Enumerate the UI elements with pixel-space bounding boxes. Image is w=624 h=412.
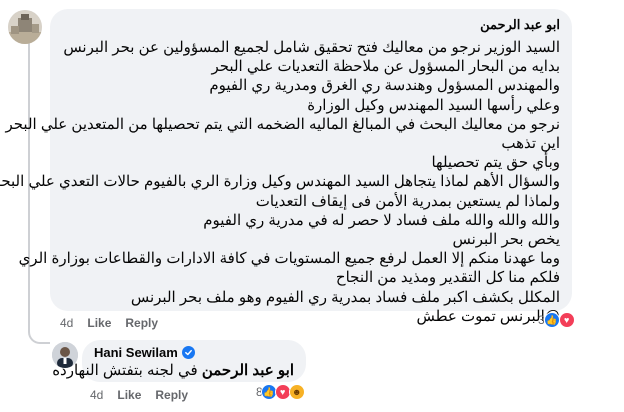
comment-bubble: ابو عبد الرحمن السيد الوزير نرجو من معال… <box>0 9 572 325</box>
comment-line: السيد الوزير نرجو من معاليك فتح تحقيق شا… <box>63 39 560 56</box>
reaction-summary[interactable]: 3 👍 ♥ <box>538 312 575 328</box>
avatar-image <box>8 10 42 44</box>
comment-line: ولماذا لم يستعين بمدرية الأمن فى إيقاف ا… <box>255 192 560 210</box>
comment-line: بدايه من البحار المسؤول عن ملاحظة التعدي… <box>211 58 560 76</box>
reply-button[interactable]: Reply <box>125 316 158 330</box>
comment-line: اين تذهب <box>501 135 560 153</box>
reply-bubble: Hani Sewilam ابو عبد الرحمن في لجنه بتفت… <box>52 340 306 382</box>
like-button[interactable]: Like <box>87 316 111 330</box>
verified-badge-icon <box>181 346 195 359</box>
reply-text: في لجنه بتفتش النهارده <box>52 362 198 379</box>
reply-reaction-summary[interactable]: 8 👍 ♥ ☻ <box>256 384 305 400</box>
comment-thread: ابو عبد الرحمن السيد الوزير نرجو من معال… <box>0 0 624 412</box>
comment-line: وما عهدنا منكم إلا العمل لرفع جميع المست… <box>18 250 560 268</box>
care-icon: ☻ <box>288 384 305 400</box>
comment-line: فلكم منا كل التقدير ومذيد من النجاح <box>335 269 560 287</box>
comment-line: والسؤال الأهم لماذا يتجاهل السيد المهندس… <box>0 173 560 191</box>
comment-line: المكلل بكشف اكبر ملف فساد بمدرية ري الفي… <box>130 288 560 306</box>
reply-body: ابو عبد الرحمن في لجنه بتفتش النهارده <box>52 361 294 379</box>
comment-line: يخص بحر البرنس <box>452 231 560 249</box>
reply-like-button[interactable]: Like <box>117 388 141 402</box>
mention-link[interactable]: ابو عبد الرحمن <box>202 362 294 379</box>
thread-connector <box>28 318 50 344</box>
reply-actions: 4d Like Reply <box>90 388 188 402</box>
comment-line: وعلي رأسها السيد المهندس وكيل الوزارة <box>307 96 560 114</box>
comment-line: نرجو من معاليك البحث في المبالغ الماليه … <box>5 115 560 133</box>
comment-actions: 4d Like Reply <box>60 316 158 330</box>
reply-author-row: Hani Sewilam <box>94 345 195 360</box>
reply-reply-button[interactable]: Reply <box>155 388 188 402</box>
avatar[interactable] <box>8 10 42 44</box>
love-icon: ♥ <box>558 312 575 328</box>
comment-line: والله والله والله ملف فساد لا حصر له في … <box>203 211 560 229</box>
comment-body: السيد الوزير نرجو من معاليك فتح تحقيق شا… <box>0 38 560 326</box>
scrollbar-track[interactable] <box>614 0 624 412</box>
reply-timestamp[interactable]: 4d <box>90 388 103 402</box>
comment-timestamp[interactable]: 4d <box>60 316 73 330</box>
comment-line: وبأي حق يتم تحصيلها <box>431 154 560 172</box>
comment-author[interactable]: ابو عبد الرحمن <box>480 17 560 33</box>
reply-author[interactable]: Hani Sewilam <box>94 345 178 360</box>
like-icon: 👍 <box>543 312 560 328</box>
comment-line: والمهندس المسؤول وهندسة ري الغرق ومدرية … <box>209 77 560 95</box>
